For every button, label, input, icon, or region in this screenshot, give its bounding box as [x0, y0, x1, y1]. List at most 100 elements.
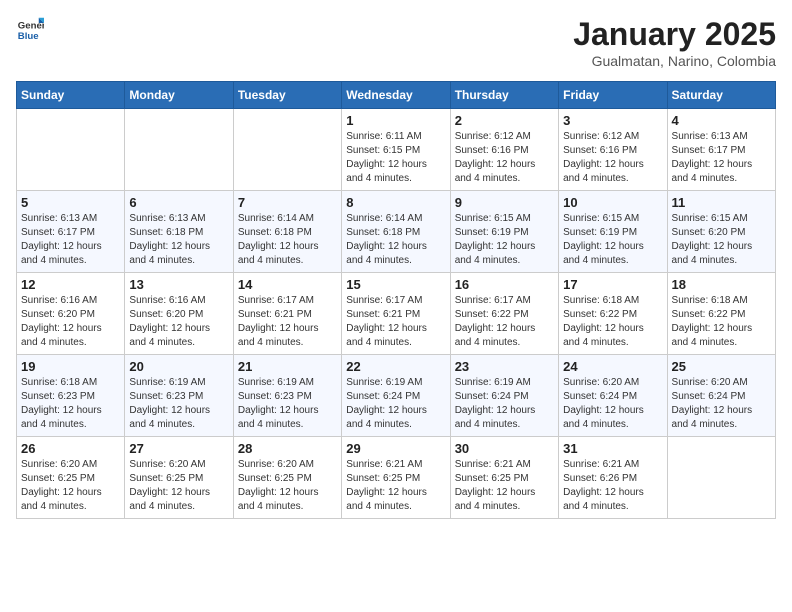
day-number: 23 — [455, 359, 554, 374]
day-info: Sunrise: 6:14 AM Sunset: 6:18 PM Dayligh… — [346, 212, 445, 268]
month-title: January 2025 — [573, 16, 776, 53]
day-number: 1 — [346, 113, 445, 128]
day-number: 4 — [672, 113, 771, 128]
calendar-cell: 19 Sunrise: 6:18 AM Sunset: 6:23 PM Dayli… — [17, 355, 125, 437]
calendar-cell: 16 Sunrise: 6:17 AM Sunset: 6:22 PM Dayli… — [450, 273, 558, 355]
weekday-header: Friday — [559, 82, 667, 109]
day-info: Sunrise: 6:18 AM Sunset: 6:23 PM Dayligh… — [21, 376, 120, 432]
calendar-week-row: 5 Sunrise: 6:13 AM Sunset: 6:17 PM Daylig… — [17, 191, 776, 273]
calendar-cell: 14Sunrise: 6:17 AM Sunset: 6:21 PM Dayli… — [233, 273, 341, 355]
calendar-cell: 21Sunrise: 6:19 AM Sunset: 6:23 PM Dayli… — [233, 355, 341, 437]
calendar-cell: 22 Sunrise: 6:19 AM Sunset: 6:24 PM Dayli… — [342, 355, 450, 437]
day-number: 6 — [129, 195, 228, 210]
calendar-cell — [125, 109, 233, 191]
day-info: Sunrise: 6:12 AM Sunset: 6:16 PM Dayligh… — [455, 130, 554, 186]
day-number: 17 — [563, 277, 662, 292]
calendar-cell: 28Sunrise: 6:20 AM Sunset: 6:25 PM Dayli… — [233, 437, 341, 519]
calendar-cell: 24 Sunrise: 6:20 AM Sunset: 6:24 PM Dayli… — [559, 355, 667, 437]
calendar-cell: 10 Sunrise: 6:15 AM Sunset: 6:19 PM Dayli… — [559, 191, 667, 273]
calendar-cell: 6 Sunrise: 6:13 AM Sunset: 6:18 PM Daylig… — [125, 191, 233, 273]
calendar-cell: 8 Sunrise: 6:14 AM Sunset: 6:18 PM Daylig… — [342, 191, 450, 273]
day-info: Sunrise: 6:13 AM Sunset: 6:18 PM Dayligh… — [129, 212, 228, 268]
calendar-table: SundayMondayTuesdayWednesdayThursdayFrid… — [16, 81, 776, 519]
day-info: Sunrise: 6:20 AM Sunset: 6:24 PM Dayligh… — [672, 376, 771, 432]
day-info: Sunrise: 6:16 AM Sunset: 6:20 PM Dayligh… — [21, 294, 120, 350]
location-subtitle: Gualmatan, Narino, Colombia — [573, 53, 776, 69]
calendar-cell: 31Sunrise: 6:21 AM Sunset: 6:26 PM Dayli… — [559, 437, 667, 519]
calendar-cell: 13 Sunrise: 6:16 AM Sunset: 6:20 PM Dayli… — [125, 273, 233, 355]
calendar-cell: 26 Sunrise: 6:20 AM Sunset: 6:25 PM Dayli… — [17, 437, 125, 519]
calendar-cell: 5 Sunrise: 6:13 AM Sunset: 6:17 PM Daylig… — [17, 191, 125, 273]
day-number: 20 — [129, 359, 228, 374]
day-info: Sunrise: 6:19 AM Sunset: 6:23 PM Dayligh… — [129, 376, 228, 432]
calendar-cell: 3Sunrise: 6:12 AM Sunset: 6:16 PM Daylig… — [559, 109, 667, 191]
calendar-cell: 12 Sunrise: 6:16 AM Sunset: 6:20 PM Dayli… — [17, 273, 125, 355]
day-info: Sunrise: 6:21 AM Sunset: 6:25 PM Dayligh… — [455, 458, 554, 514]
day-info: Sunrise: 6:15 AM Sunset: 6:19 PM Dayligh… — [563, 212, 662, 268]
day-info: Sunrise: 6:11 AM Sunset: 6:15 PM Dayligh… — [346, 130, 445, 186]
calendar-cell — [667, 437, 775, 519]
day-number: 15 — [346, 277, 445, 292]
day-number: 28 — [238, 441, 337, 456]
day-number: 7 — [238, 195, 337, 210]
day-number: 19 — [21, 359, 120, 374]
day-info: Sunrise: 6:15 AM Sunset: 6:20 PM Dayligh… — [672, 212, 771, 268]
day-number: 14 — [238, 277, 337, 292]
day-number: 27 — [129, 441, 228, 456]
calendar-cell: 27 Sunrise: 6:20 AM Sunset: 6:25 PM Dayli… — [125, 437, 233, 519]
day-number: 12 — [21, 277, 120, 292]
calendar-cell: 25Sunrise: 6:20 AM Sunset: 6:24 PM Dayli… — [667, 355, 775, 437]
weekday-header: Wednesday — [342, 82, 450, 109]
day-info: Sunrise: 6:18 AM Sunset: 6:22 PM Dayligh… — [672, 294, 771, 350]
calendar-cell: 23Sunrise: 6:19 AM Sunset: 6:24 PM Dayli… — [450, 355, 558, 437]
calendar-week-row: 19 Sunrise: 6:18 AM Sunset: 6:23 PM Dayli… — [17, 355, 776, 437]
day-number: 13 — [129, 277, 228, 292]
day-number: 3 — [563, 113, 662, 128]
calendar-cell: 1 Sunrise: 6:11 AM Sunset: 6:15 PM Daylig… — [342, 109, 450, 191]
day-info: Sunrise: 6:20 AM Sunset: 6:24 PM Dayligh… — [563, 376, 662, 432]
weekday-header: Thursday — [450, 82, 558, 109]
day-number: 16 — [455, 277, 554, 292]
day-info: Sunrise: 6:13 AM Sunset: 6:17 PM Dayligh… — [21, 212, 120, 268]
day-number: 8 — [346, 195, 445, 210]
day-number: 5 — [21, 195, 120, 210]
weekday-header: Sunday — [17, 82, 125, 109]
svg-text:Blue: Blue — [18, 31, 39, 42]
calendar-cell: 30Sunrise: 6:21 AM Sunset: 6:25 PM Dayli… — [450, 437, 558, 519]
day-info: Sunrise: 6:14 AM Sunset: 6:18 PM Dayligh… — [238, 212, 337, 268]
day-info: Sunrise: 6:13 AM Sunset: 6:17 PM Dayligh… — [672, 130, 771, 186]
calendar-cell: 17Sunrise: 6:18 AM Sunset: 6:22 PM Dayli… — [559, 273, 667, 355]
day-info: Sunrise: 6:16 AM Sunset: 6:20 PM Dayligh… — [129, 294, 228, 350]
day-info: Sunrise: 6:19 AM Sunset: 6:24 PM Dayligh… — [346, 376, 445, 432]
calendar-week-row: 26 Sunrise: 6:20 AM Sunset: 6:25 PM Dayli… — [17, 437, 776, 519]
day-number: 24 — [563, 359, 662, 374]
calendar-cell — [233, 109, 341, 191]
logo: General Blue — [16, 16, 46, 44]
day-info: Sunrise: 6:19 AM Sunset: 6:23 PM Dayligh… — [238, 376, 337, 432]
calendar-cell: 29 Sunrise: 6:21 AM Sunset: 6:25 PM Dayli… — [342, 437, 450, 519]
day-number: 9 — [455, 195, 554, 210]
title-block: January 2025 Gualmatan, Narino, Colombia — [573, 16, 776, 69]
day-number: 11 — [672, 195, 771, 210]
day-number: 26 — [21, 441, 120, 456]
calendar-cell: 4 Sunrise: 6:13 AM Sunset: 6:17 PM Daylig… — [667, 109, 775, 191]
day-info: Sunrise: 6:20 AM Sunset: 6:25 PM Dayligh… — [129, 458, 228, 514]
day-number: 10 — [563, 195, 662, 210]
weekday-header-row: SundayMondayTuesdayWednesdayThursdayFrid… — [17, 82, 776, 109]
weekday-header: Monday — [125, 82, 233, 109]
calendar-cell: 9Sunrise: 6:15 AM Sunset: 6:19 PM Daylig… — [450, 191, 558, 273]
calendar-cell: 18Sunrise: 6:18 AM Sunset: 6:22 PM Dayli… — [667, 273, 775, 355]
calendar-week-row: 1 Sunrise: 6:11 AM Sunset: 6:15 PM Daylig… — [17, 109, 776, 191]
day-info: Sunrise: 6:21 AM Sunset: 6:26 PM Dayligh… — [563, 458, 662, 514]
day-info: Sunrise: 6:17 AM Sunset: 6:21 PM Dayligh… — [346, 294, 445, 350]
calendar-cell: 15 Sunrise: 6:17 AM Sunset: 6:21 PM Dayli… — [342, 273, 450, 355]
day-info: Sunrise: 6:17 AM Sunset: 6:22 PM Dayligh… — [455, 294, 554, 350]
day-number: 22 — [346, 359, 445, 374]
calendar-cell: 11 Sunrise: 6:15 AM Sunset: 6:20 PM Dayli… — [667, 191, 775, 273]
day-info: Sunrise: 6:20 AM Sunset: 6:25 PM Dayligh… — [21, 458, 120, 514]
page-header: General Blue January 2025 Gualmatan, Nar… — [16, 16, 776, 69]
calendar-cell: 7 Sunrise: 6:14 AM Sunset: 6:18 PM Daylig… — [233, 191, 341, 273]
day-info: Sunrise: 6:21 AM Sunset: 6:25 PM Dayligh… — [346, 458, 445, 514]
logo-icon: General Blue — [16, 16, 44, 44]
day-number: 29 — [346, 441, 445, 456]
